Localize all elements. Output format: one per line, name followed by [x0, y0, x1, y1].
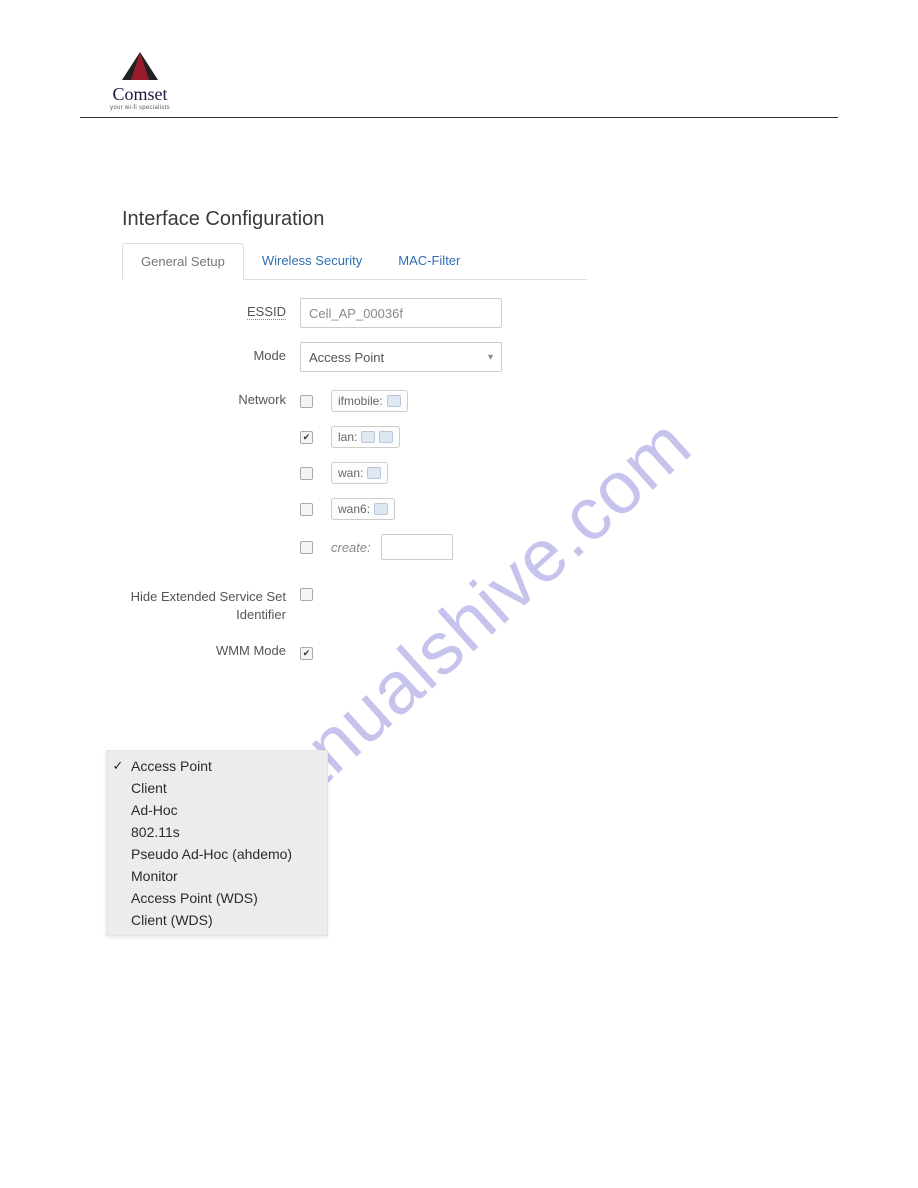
network-create-checkbox[interactable] [300, 541, 313, 554]
page-header: Comset your wi-fi specialists [0, 0, 918, 111]
general-setup-form: ESSID Mode Access Point Network i [122, 280, 720, 661]
mode-option-label: Monitor [131, 868, 178, 884]
chip-label-wan: wan: [338, 466, 363, 480]
row-mode: Mode Access Point [122, 342, 720, 372]
mode-option-adhoc[interactable]: Ad-Hoc [107, 799, 327, 821]
network-wan6-checkbox[interactable] [300, 503, 313, 516]
network-chip-wan6: wan6: [331, 498, 395, 520]
mode-option-label: Pseudo Ad-Hoc (ahdemo) [131, 846, 292, 862]
tab-macfilter-label: MAC-Filter [398, 253, 460, 268]
chip-label-wan6: wan6: [338, 502, 370, 516]
wmm-checkbox[interactable] [300, 647, 313, 660]
row-network: Network ifmobile: lan: [122, 386, 720, 560]
network-create-input[interactable] [381, 534, 453, 560]
mode-option-80211s[interactable]: 802.11s [107, 821, 327, 843]
mode-options-popup: ✓ Access Point Client Ad-Hoc 802.11s Pse… [106, 750, 328, 936]
mode-select-value: Access Point [309, 350, 384, 365]
device-icon [387, 395, 401, 407]
logo-triangle-icon [114, 50, 166, 82]
tab-mac-filter[interactable]: MAC-Filter [380, 243, 478, 279]
device-icon [374, 503, 388, 515]
network-lan-checkbox[interactable] [300, 431, 313, 444]
network-list: ifmobile: lan: [300, 386, 720, 560]
network-ifmobile-checkbox[interactable] [300, 395, 313, 408]
tab-general-setup[interactable]: General Setup [122, 243, 244, 280]
label-hide-essid: Hide Extended Service Set Identifier [122, 582, 300, 623]
mode-option-label: 802.11s [131, 824, 180, 840]
label-mode: Mode [122, 342, 300, 363]
device-icon [367, 467, 381, 479]
row-hide-essid: Hide Extended Service Set Identifier [122, 582, 720, 623]
label-essid: ESSID [122, 298, 300, 319]
brand-tagline: your wi-fi specialists [110, 105, 170, 111]
network-chip-wan: wan: [331, 462, 388, 484]
create-label: create: [331, 540, 371, 555]
tab-wireless-security[interactable]: Wireless Security [244, 243, 380, 279]
label-network: Network [122, 386, 300, 407]
interface-config-panel: Interface Configuration General Setup Wi… [0, 118, 720, 661]
tab-general-label: General Setup [141, 254, 225, 269]
essid-input[interactable] [300, 298, 502, 328]
page-title: Interface Configuration [122, 208, 720, 231]
device-icon [361, 431, 375, 443]
network-chip-ifmobile: ifmobile: [331, 390, 408, 412]
brand-logo: Comset your wi-fi specialists [95, 50, 185, 111]
chip-label-lan: lan: [338, 430, 357, 444]
hide-essid-checkbox[interactable] [300, 588, 313, 601]
network-item-ifmobile: ifmobile: [300, 390, 720, 412]
chip-label-ifmobile: ifmobile: [338, 394, 383, 408]
network-item-lan: lan: [300, 426, 720, 448]
network-item-wan6: wan6: [300, 498, 720, 520]
mode-option-label: Ad-Hoc [131, 802, 178, 818]
mode-select[interactable]: Access Point [300, 342, 502, 372]
mode-option-label: Client (WDS) [131, 912, 213, 928]
mode-option-client[interactable]: Client [107, 777, 327, 799]
tab-security-label: Wireless Security [262, 253, 362, 268]
mode-option-label: Client [131, 780, 167, 796]
mode-option-label: Access Point [131, 758, 212, 774]
mode-option-access-point[interactable]: ✓ Access Point [107, 755, 327, 777]
mode-option-ap-wds[interactable]: Access Point (WDS) [107, 887, 327, 909]
tab-bar: General Setup Wireless Security MAC-Filt… [122, 243, 587, 280]
network-item-create: create: [300, 534, 720, 560]
network-chip-lan: lan: [331, 426, 400, 448]
mode-option-pseudo-adhoc[interactable]: Pseudo Ad-Hoc (ahdemo) [107, 843, 327, 865]
device-icon [379, 431, 393, 443]
mode-option-client-wds[interactable]: Client (WDS) [107, 909, 327, 931]
row-essid: ESSID [122, 298, 720, 328]
brand-name: Comset [112, 84, 167, 105]
mode-option-monitor[interactable]: Monitor [107, 865, 327, 887]
label-wmm: WMM Mode [122, 637, 300, 658]
row-wmm: WMM Mode [122, 637, 720, 661]
mode-option-label: Access Point (WDS) [131, 890, 258, 906]
network-item-wan: wan: [300, 462, 720, 484]
network-wan-checkbox[interactable] [300, 467, 313, 480]
check-icon: ✓ [111, 758, 125, 774]
